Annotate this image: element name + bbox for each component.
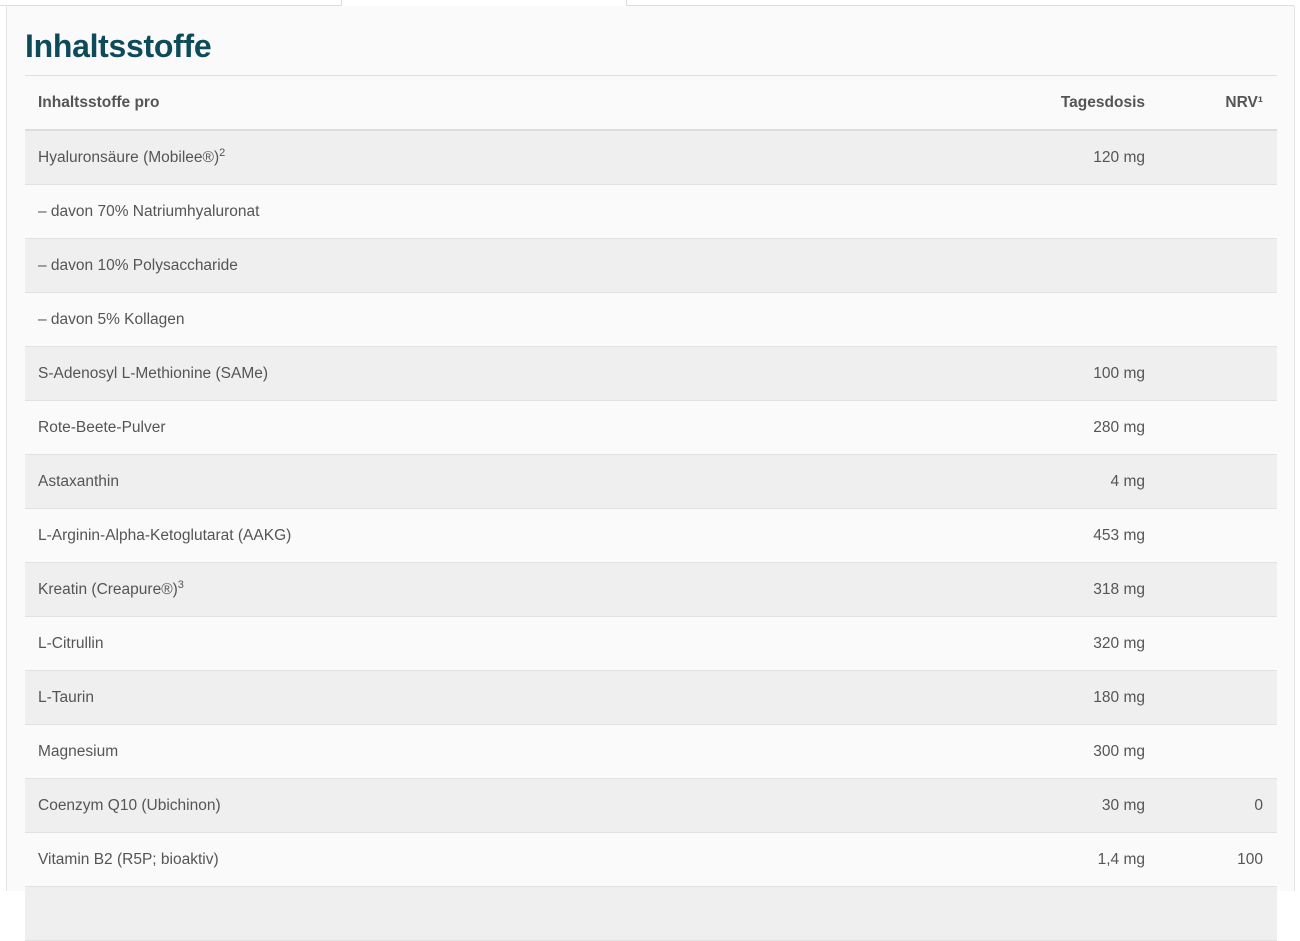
- section-title: Inhaltsstoffe: [25, 28, 212, 64]
- ingredient-nrv: [1159, 130, 1277, 185]
- ingredient-nrv: [1159, 292, 1277, 347]
- ingredient-nrv: [1159, 670, 1277, 725]
- ingredient-dose: 1,4 mg: [882, 832, 1159, 887]
- table-header-row: Inhaltsstoffe pro Tagesdosis NRV¹: [25, 75, 1277, 131]
- table-row: – davon 10% Polysaccharide: [25, 238, 1277, 293]
- ingredient-dose: [882, 184, 1159, 239]
- table-row: S-Adenosyl L-Methionine (SAMe) 100 mg: [25, 346, 1277, 401]
- ingredient-nrv: 100: [1159, 832, 1277, 887]
- ingredient-nrv: [1159, 454, 1277, 509]
- footnote-marker: 2: [219, 146, 226, 159]
- ingredient-dose: [882, 238, 1159, 293]
- table-row: – davon 70% Natriumhyaluronat: [25, 184, 1277, 239]
- footnote-marker: 3: [177, 578, 184, 591]
- table-row: Hyaluronsäure (Mobilee®)2 120 mg: [25, 130, 1277, 185]
- header-nrv: NRV¹: [1159, 75, 1277, 131]
- ingredient-name: S-Adenosyl L-Methionine (SAMe): [25, 346, 882, 401]
- header-ingredient: Inhaltsstoffe pro: [25, 75, 882, 131]
- table-row: Coenzym Q10 (Ubichinon) 30 mg 0: [25, 778, 1277, 833]
- ingredient-name: – davon 5% Kollagen: [25, 292, 882, 347]
- ingredient-name: L-Arginin-Alpha-Ketoglutarat (AAKG): [25, 508, 882, 563]
- ingredient-name: Hyaluronsäure (Mobilee®)2: [25, 130, 882, 185]
- ingredient-name: Magnesium: [25, 724, 882, 779]
- ingredient-name: – davon 10% Polysaccharide: [25, 238, 882, 293]
- ingredient-nrv: [1159, 400, 1277, 455]
- ingredient-nrv: [1159, 616, 1277, 671]
- ingredient-dose: 453 mg: [882, 508, 1159, 563]
- table-row: Kreatin (Creapure®)3 318 mg: [25, 562, 1277, 617]
- ingredient-name: L-Citrullin: [25, 616, 882, 671]
- table-row: L-Taurin 180 mg: [25, 670, 1277, 725]
- ingredient-name: Rote-Beete-Pulver: [25, 400, 882, 455]
- ingredient-nrv: [1159, 346, 1277, 401]
- table-row: Vitamin B2 (R5P; bioaktiv) 1,4 mg 100: [25, 832, 1277, 887]
- table-row: – davon 5% Kollagen: [25, 292, 1277, 347]
- ingredient-dose: 280 mg: [882, 400, 1159, 455]
- ingredient-dose: 30 mg: [882, 778, 1159, 833]
- ingredient-dose: 100 mg: [882, 346, 1159, 401]
- table-row: L-Arginin-Alpha-Ketoglutarat (AAKG) 453 …: [25, 508, 1277, 563]
- header-daily-dose: Tagesdosis: [882, 75, 1159, 131]
- ingredient-name: Coenzym Q10 (Ubichinon): [25, 778, 882, 833]
- ingredient-nrv: [1159, 724, 1277, 779]
- ingredient-dose: 300 mg: [882, 724, 1159, 779]
- ingredient-dose: 320 mg: [882, 616, 1159, 671]
- ingredient-dose: 180 mg: [882, 670, 1159, 725]
- table-row: L-Citrullin 320 mg: [25, 616, 1277, 671]
- ingredient-name: Astaxanthin: [25, 454, 882, 509]
- ingredient-dose: 318 mg: [882, 562, 1159, 617]
- ingredient-nrv: 0: [1159, 778, 1277, 833]
- table-row: [25, 886, 1277, 941]
- ingredient-nrv: [1159, 184, 1277, 239]
- table-row: Magnesium 300 mg: [25, 724, 1277, 779]
- ingredients-panel: Inhaltsstoffe Inhaltsstoffe pro Tagesdos…: [6, 6, 1295, 941]
- ingredient-name: L-Taurin: [25, 670, 882, 725]
- ingredient-nrv: [1159, 238, 1277, 293]
- table-row: Rote-Beete-Pulver 280 mg: [25, 400, 1277, 455]
- ingredient-dose: [882, 292, 1159, 347]
- ingredient-dose: 120 mg: [882, 130, 1159, 185]
- table-row: Astaxanthin 4 mg: [25, 454, 1277, 509]
- ingredients-table: Inhaltsstoffe pro Tagesdosis NRV¹ Hyalur…: [25, 75, 1277, 941]
- ingredient-nrv: [1159, 562, 1277, 617]
- ingredient-name: [25, 886, 882, 941]
- ingredient-nrv: [1159, 886, 1277, 941]
- ingredient-name: Vitamin B2 (R5P; bioaktiv): [25, 832, 882, 887]
- ingredient-name: – davon 70% Natriumhyaluronat: [25, 184, 882, 239]
- ingredient-dose: 4 mg: [882, 454, 1159, 509]
- ingredient-nrv: [1159, 508, 1277, 563]
- ingredient-name: Kreatin (Creapure®)3: [25, 562, 882, 617]
- ingredient-dose: [882, 886, 1159, 941]
